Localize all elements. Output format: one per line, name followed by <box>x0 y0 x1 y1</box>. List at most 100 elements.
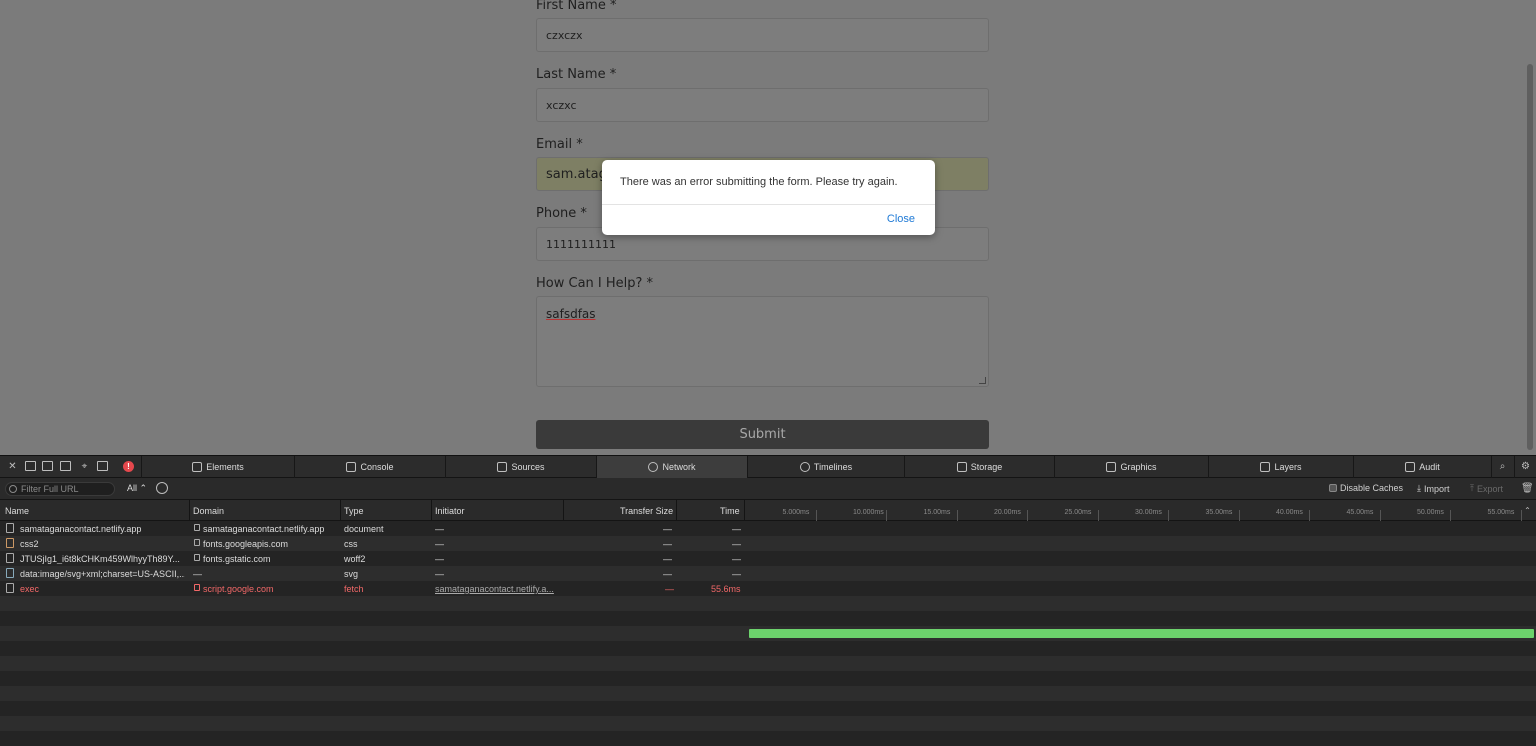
request-row[interactable]: data:image/svg+xml;charset=US-ASCII,... … <box>0 566 1536 581</box>
page-scrollbar[interactable] <box>1527 64 1533 450</box>
undock-icon[interactable] <box>60 461 71 471</box>
lock-icon <box>194 584 200 591</box>
timeline-tick <box>1097 510 1099 521</box>
inspector-tab-bar: ✕ ⌖ ! Elements Console Sources Network T… <box>0 456 1536 478</box>
timeline-tick-label: 20.00ms <box>994 509 1021 516</box>
search-icon[interactable]: ⌕ <box>1497 461 1508 472</box>
device-settings-icon[interactable] <box>97 461 108 471</box>
storage-icon <box>956 462 967 472</box>
network-table-header: Name Domain Type Initiator Transfer Size… <box>0 500 1536 521</box>
timeline-tick <box>1450 510 1451 521</box>
disable-caches-checkbox[interactable] <box>1329 484 1337 492</box>
layers-icon <box>1260 462 1271 472</box>
timeline-tick <box>1027 510 1028 521</box>
web-inspector: ✕ ⌖ ! Elements Console Sources Network T… <box>0 455 1536 746</box>
email-label: Email * <box>536 137 583 152</box>
font-icon <box>6 553 14 563</box>
elements-icon <box>192 462 203 472</box>
col-transfer-size[interactable]: Transfer Size <box>620 506 673 516</box>
timeline-tick <box>886 510 887 521</box>
document-icon <box>6 523 14 533</box>
exec-timing-bar[interactable] <box>749 629 1534 638</box>
stylesheet-icon <box>6 538 14 548</box>
network-table: Name Domain Type Initiator Transfer Size… <box>0 500 1536 746</box>
sort-chevron-icon[interactable]: ⌃ <box>1522 505 1533 516</box>
help-textarea[interactable]: safsdfas <box>536 296 989 387</box>
web-page: First Name * czxczx Last Name * xczxc Em… <box>0 0 1536 455</box>
filter-options-icon[interactable] <box>156 482 168 494</box>
col-name[interactable]: Name <box>5 506 29 516</box>
first-name-label: First Name * <box>536 0 617 13</box>
resize-handle-icon[interactable] <box>979 377 986 384</box>
resource-type-select[interactable]: All ⌃ <box>127 483 147 494</box>
tab-elements[interactable]: Elements <box>142 456 294 478</box>
timeline-tick <box>1309 510 1310 521</box>
export-icon: ⤒ <box>1470 483 1474 493</box>
tab-timelines[interactable]: Timelines <box>748 456 904 478</box>
timeline-tick <box>1379 510 1381 521</box>
close-inspector-icon[interactable]: ✕ <box>7 461 18 472</box>
col-domain[interactable]: Domain <box>193 506 224 516</box>
gear-icon[interactable]: ⚙ <box>1520 461 1531 472</box>
tab-layers[interactable]: Layers <box>1209 456 1353 478</box>
request-row[interactable]: css2 fonts.googleapis.com css — — — <box>0 536 1536 551</box>
timeline-tick <box>815 510 817 521</box>
error-modal: There was an error submitting the form. … <box>602 160 935 235</box>
col-initiator[interactable]: Initiator <box>435 506 465 516</box>
col-time[interactable]: Time <box>720 506 740 516</box>
tab-sources[interactable]: Sources <box>446 456 596 478</box>
help-label: How Can I Help? * <box>536 276 654 291</box>
timeline-tick-label: 45.00ms <box>1346 509 1374 516</box>
tab-console[interactable]: Console <box>295 456 445 478</box>
initiator-link[interactable]: samataganacontact.netlify.a... <box>435 584 557 594</box>
request-row[interactable]: samataganacontact.netlify.app samatagana… <box>0 521 1536 536</box>
dock-bottom-icon[interactable] <box>25 461 36 471</box>
graphics-icon <box>1106 462 1117 472</box>
timeline-tick <box>956 510 958 521</box>
sources-icon <box>497 462 508 472</box>
filter-icon <box>9 485 17 493</box>
import-icon: ⤓ <box>1417 483 1421 493</box>
timeline-tick <box>1168 510 1169 521</box>
timeline-tick-label: 25.00ms <box>1064 509 1092 516</box>
image-icon <box>6 568 14 578</box>
tab-storage[interactable]: Storage <box>905 456 1054 478</box>
timeline-tick-label: 5.000ms <box>782 509 810 516</box>
last-name-field[interactable]: xczxc <box>536 88 989 122</box>
trash-icon[interactable]: 🗑 <box>1521 483 1534 494</box>
lock-icon <box>194 554 200 561</box>
request-row[interactable]: exec script.google.com fetch samataganac… <box>0 581 1536 596</box>
timeline-tick-label: 55.00ms <box>1487 509 1515 516</box>
console-icon <box>346 462 357 472</box>
timeline-tick-label: 30.00ms <box>1135 509 1162 516</box>
disable-caches-toggle[interactable]: Disable Caches <box>1329 483 1403 493</box>
timeline-header: 5.000ms 10.000ms 15.00ms 20.00ms 25.00ms 30.0… <box>745 500 1536 521</box>
modal-divider <box>602 204 935 205</box>
audit-icon <box>1405 462 1416 472</box>
timeline-tick <box>1238 510 1240 521</box>
submit-button[interactable]: Submit <box>536 420 989 449</box>
request-row[interactable]: JTUSjIg1_i6t8kCHKm459WlhyyTh89Y... fonts… <box>0 551 1536 566</box>
first-name-field[interactable]: czxczx <box>536 18 989 52</box>
tab-audit[interactable]: Audit <box>1354 456 1491 478</box>
timelines-icon <box>799 462 810 472</box>
filter-url-input[interactable]: Filter Full URL <box>5 482 115 496</box>
error-count-icon[interactable]: ! <box>123 461 134 472</box>
fetch-icon <box>6 583 14 593</box>
tab-network[interactable]: Network <box>597 456 747 478</box>
element-picker-icon[interactable]: ⌖ <box>79 461 90 472</box>
tab-graphics[interactable]: Graphics <box>1055 456 1208 478</box>
import-button[interactable]: ⤓ Import <box>1417 483 1450 494</box>
last-name-label: Last Name * <box>536 67 617 82</box>
error-message: There was an error submitting the form. … <box>620 176 898 188</box>
timeline-tick-label: 35.00ms <box>1205 509 1233 516</box>
phone-label: Phone * <box>536 206 587 221</box>
timeline-tick-label: 15.00ms <box>923 509 951 516</box>
timeline-tick-label: 40.00ms <box>1276 509 1303 516</box>
col-type[interactable]: Type <box>344 506 364 516</box>
export-button[interactable]: ⤒ Export <box>1470 483 1503 494</box>
timeline-tick-label: 50.00ms <box>1417 509 1444 516</box>
close-button[interactable]: Close <box>887 213 915 225</box>
lock-icon <box>194 524 200 531</box>
dock-side-icon[interactable] <box>42 461 53 471</box>
